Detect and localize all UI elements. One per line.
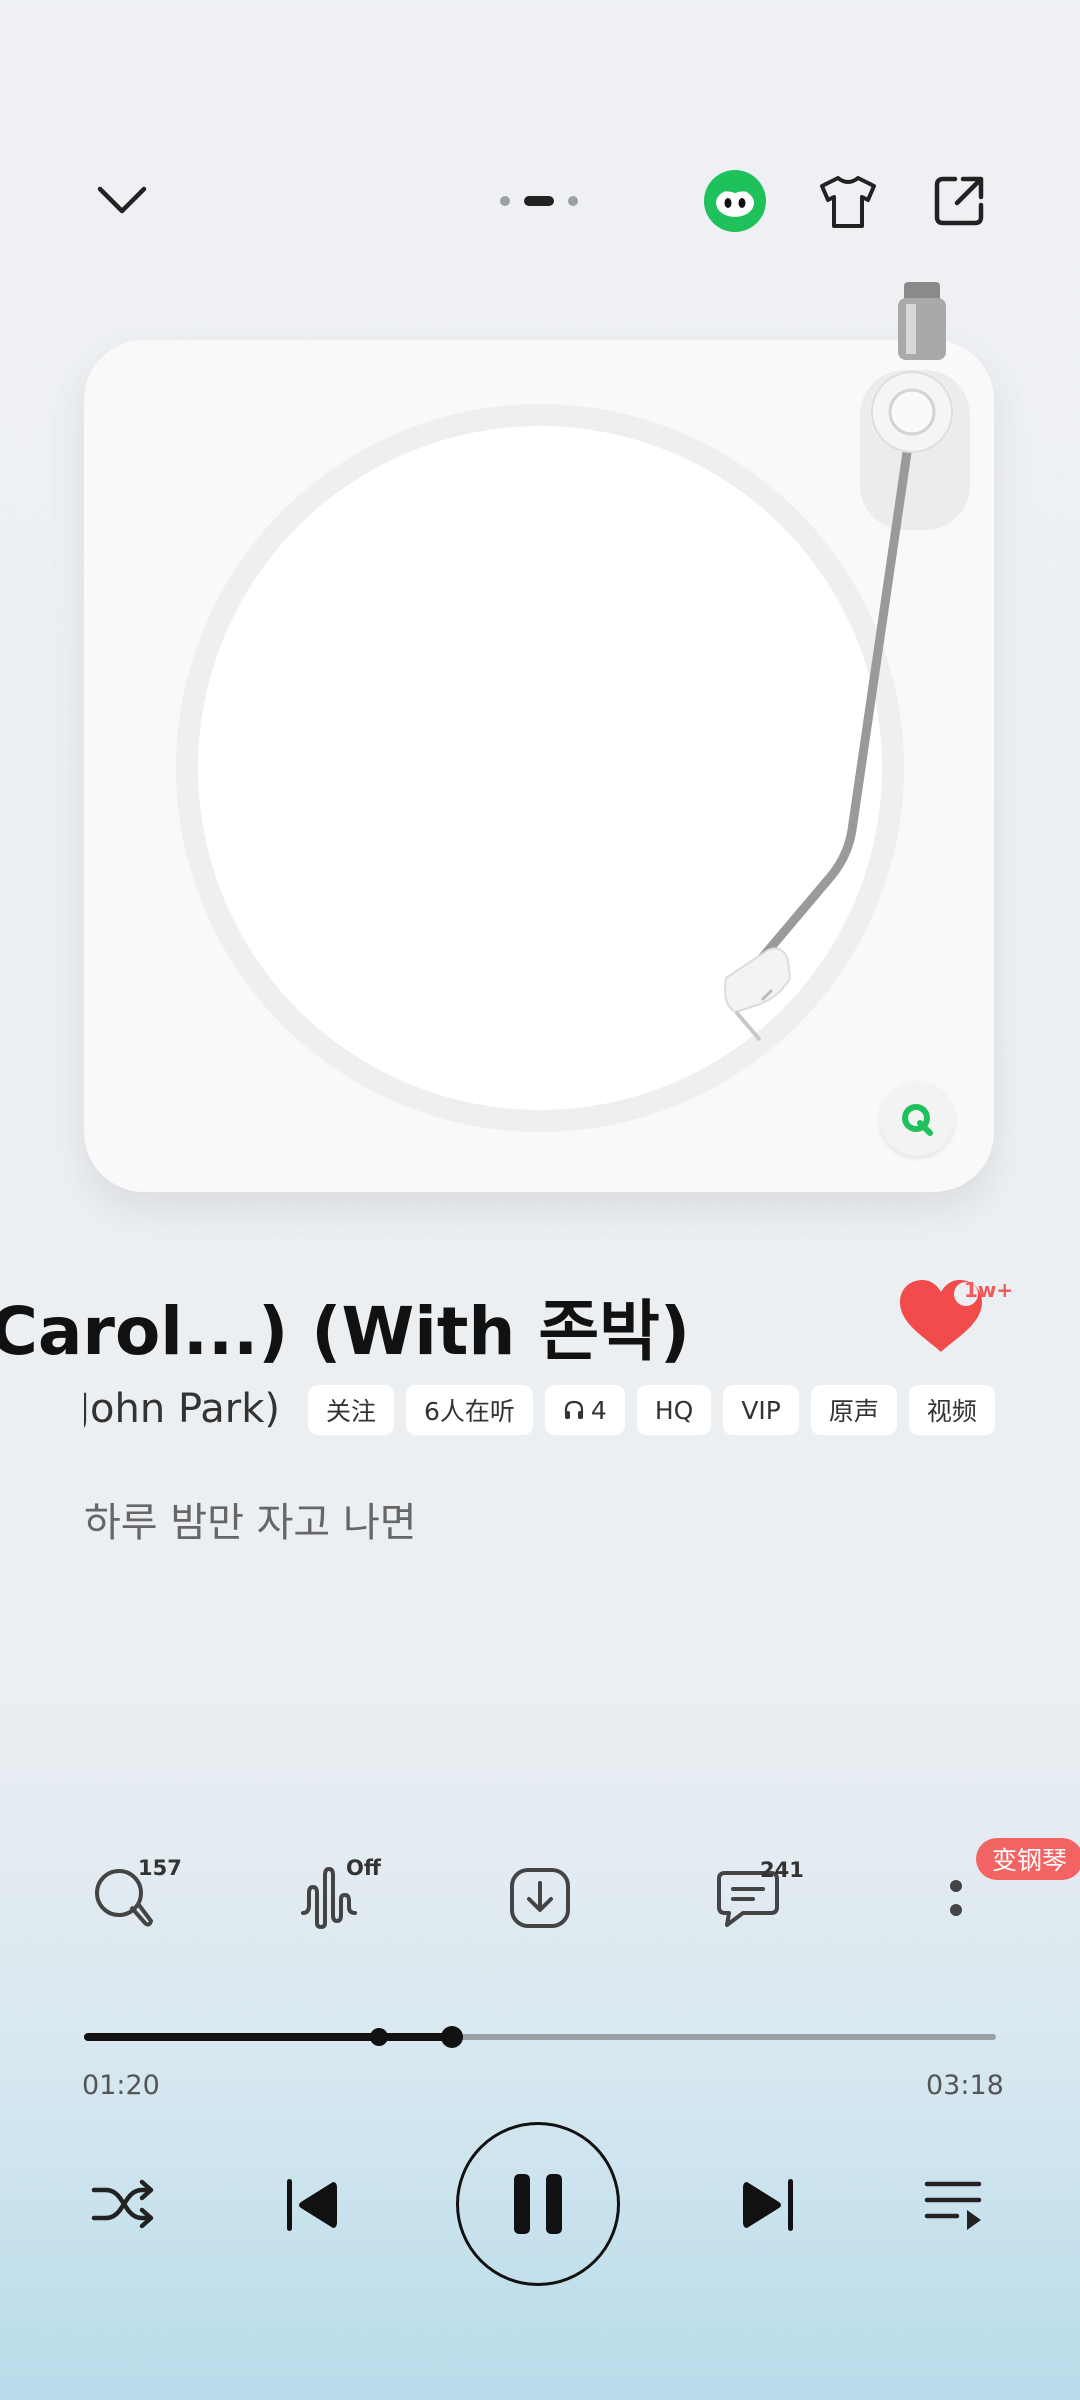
collapse-button[interactable] — [90, 168, 154, 232]
artist-name[interactable]: John Park) — [84, 1380, 284, 1440]
elapsed-time: 01:20 — [82, 2070, 160, 2101]
follow-tag[interactable]: 关注 — [308, 1385, 395, 1435]
pause-icon — [514, 2174, 562, 2234]
comment-count: 241 — [760, 1858, 804, 1882]
hq-tag[interactable]: HQ — [636, 1385, 712, 1435]
mascot-avatar-button[interactable] — [704, 170, 766, 232]
share-icon — [934, 176, 984, 226]
page-indicator — [500, 196, 578, 206]
mascot-avatar-icon — [714, 186, 756, 217]
song-title: Carol...) (With 존박) — [0, 1293, 690, 1370]
download-button[interactable] — [504, 1862, 576, 1934]
lyric-line[interactable]: 하루 밤만 자고 나면 — [84, 1490, 417, 1548]
listeners-tag[interactable]: 6人在听 — [406, 1385, 533, 1435]
shuffle-icon — [91, 2179, 154, 2229]
shuffle-button[interactable] — [86, 2172, 160, 2236]
playlist-icon — [924, 2181, 982, 2230]
theme-button[interactable] — [812, 168, 884, 234]
total-time: 03:18 — [926, 2070, 1004, 2101]
qq-music-q-icon — [902, 1104, 933, 1136]
previous-button[interactable] — [278, 2174, 344, 2236]
download-icon — [510, 1868, 570, 1928]
share-button[interactable] — [924, 166, 994, 236]
progress-fill — [84, 2033, 453, 2041]
video-tag[interactable]: 视频 — [908, 1385, 995, 1435]
page-dot — [568, 196, 578, 206]
progress-marker — [370, 2028, 389, 2046]
effect-status: Off — [346, 1856, 381, 1880]
original-tag[interactable]: 原声 — [810, 1385, 897, 1435]
page-dot — [500, 196, 510, 206]
playlist-button[interactable] — [918, 2172, 990, 2236]
vip-tag[interactable]: VIP — [723, 1385, 799, 1435]
headphones-icon — [564, 1400, 584, 1419]
piano-mode-badge[interactable]: 变钢琴 — [976, 1838, 1080, 1880]
song-tags: 关注 6人在听 4 HQ VIP 原声 视频 — [308, 1385, 995, 1435]
page-dot-active — [524, 196, 554, 206]
more-vertical-icon — [950, 1880, 962, 1916]
tshirt-icon — [820, 176, 876, 228]
tonearm-icon — [724, 282, 970, 1042]
play-pause-button[interactable] — [456, 2122, 620, 2286]
next-icon — [743, 2179, 793, 2231]
like-count: 1w+ — [964, 1278, 1014, 1302]
next-button[interactable] — [736, 2174, 802, 2236]
headphones-tag[interactable]: 4 — [544, 1385, 625, 1435]
chevron-down-icon — [97, 186, 147, 214]
search-count: 157 — [138, 1856, 182, 1880]
brand-badge[interactable] — [880, 1082, 954, 1156]
progress-thumb[interactable] — [441, 2026, 464, 2048]
previous-icon — [287, 2179, 337, 2231]
